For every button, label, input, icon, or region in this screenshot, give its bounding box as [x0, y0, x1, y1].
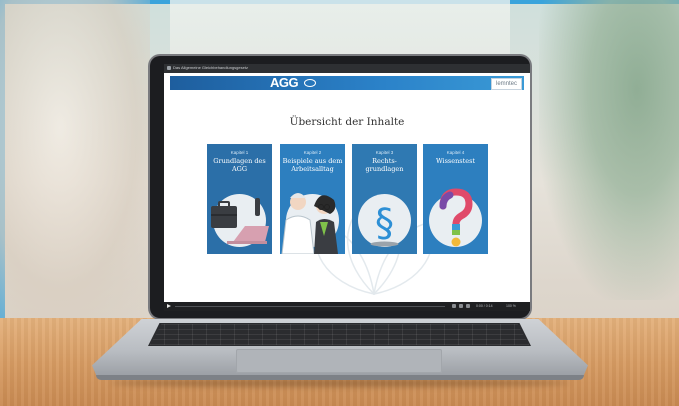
chapter-kicker: Kapitel 4: [446, 150, 465, 155]
trackpad: [236, 349, 442, 373]
progress-track[interactable]: [175, 306, 445, 307]
chapter-card-1[interactable]: Kapitel 1 Grundlagen des AGG: [207, 144, 272, 254]
chapter-title: Rechts-grundlagen: [365, 157, 404, 173]
background-plant: [539, 0, 679, 300]
chapter-card-2[interactable]: Kapitel 2 Beispiele aus dem Arbeitsallta…: [280, 144, 345, 254]
keyboard-keys: [150, 324, 529, 345]
browser-tab-icon: [167, 66, 171, 70]
chapter-title: Wissenstest: [435, 157, 476, 165]
brand-logo: lemntec: [490, 78, 522, 90]
laptop-front-edge: [96, 375, 584, 380]
page-title: Übersicht der Inhalte: [289, 116, 405, 128]
eye-icon: [304, 79, 316, 87]
laptop-shadow: [110, 379, 570, 387]
chapter-card-3[interactable]: Kapitel 3 Rechts-grundlagen §: [352, 144, 417, 254]
background-blur: [0, 0, 150, 320]
speed-readout[interactable]: 100 %: [506, 304, 516, 308]
briefcase-laptop-icon: [211, 198, 269, 244]
browser-bar: Das Allgemeine Gleichbehandlungsgesetz: [164, 64, 530, 73]
agg-logo: AGG: [270, 75, 299, 90]
chapter-kicker: Kapitel 3: [375, 150, 394, 155]
agg-logo-text: AGG: [270, 75, 299, 90]
question-mark-icon: [439, 188, 473, 247]
settings-icon[interactable]: [466, 304, 470, 308]
chapter-title: Grundlagen des AGG: [213, 157, 266, 173]
browser-tab-title[interactable]: Das Allgemeine Gleichbehandlungsgesetz: [173, 65, 248, 70]
play-icon[interactable]: [167, 304, 171, 308]
people-icon: [281, 193, 338, 254]
chapter-title: Beispiele aus dem Arbeitsalltag: [282, 157, 343, 173]
svg-text:§: §: [375, 201, 394, 245]
time-readout: 0:00 / 0:14: [476, 304, 493, 308]
app-header: AGG lemntec: [170, 75, 524, 90]
player-bar: 0:00 / 0:14 100 %: [164, 302, 530, 311]
captions-icon[interactable]: [459, 304, 463, 308]
chapter-card-4[interactable]: Kapitel 4 Wissenstest: [423, 144, 488, 254]
chapter-kicker: Kapitel 2: [303, 150, 322, 155]
volume-icon[interactable]: [452, 304, 456, 308]
chapter-kicker: Kapitel 1: [230, 150, 249, 155]
laptop-screen: Das Allgemeine Gleichbehandlungsgesetz A…: [164, 64, 530, 311]
paragraph-icon: §: [370, 201, 399, 247]
